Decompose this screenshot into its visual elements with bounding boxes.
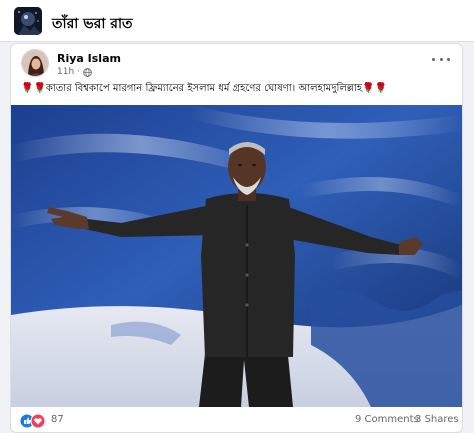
post-card: Riya Islam 11h · 🌹🌹কাতার বিশ্বকাপে মারগা…: [10, 43, 463, 433]
group-avatar[interactable]: [14, 7, 42, 35]
meta-separator: ·: [77, 67, 81, 77]
group-header: তাঁরা ভরা রাত: [0, 0, 474, 42]
post-stats-bar: 87 9 Comments 3 Shares: [11, 410, 462, 432]
author-avatar[interactable]: [21, 49, 49, 77]
group-title[interactable]: তাঁরা ভরা রাত: [52, 12, 133, 36]
post-text: 🌹🌹কাতার বিশ্বকাপে মারগান ফ্রিম্যানের ইসল…: [21, 83, 387, 94]
post-meta: 11h ·: [57, 67, 92, 77]
author-name[interactable]: Riya Islam: [57, 52, 121, 65]
post-timestamp[interactable]: 11h: [57, 67, 74, 77]
comments-count-link[interactable]: 9 Comments: [355, 414, 419, 425]
group-avatar-image: [14, 7, 42, 35]
author-avatar-image: [22, 50, 48, 76]
more-dot-icon: [447, 57, 450, 61]
reaction-count[interactable]: 87: [51, 414, 64, 425]
more-options-button[interactable]: [432, 54, 450, 64]
reaction-icons[interactable]: [19, 413, 47, 429]
more-dot-icon: [432, 57, 435, 61]
man-on-stage-photo: [11, 105, 462, 407]
love-icon: [30, 413, 46, 429]
shares-count-link[interactable]: 3 Shares: [415, 414, 459, 425]
more-dot-icon: [439, 57, 443, 61]
globe-icon: [83, 67, 92, 77]
post-photo[interactable]: [11, 105, 462, 407]
